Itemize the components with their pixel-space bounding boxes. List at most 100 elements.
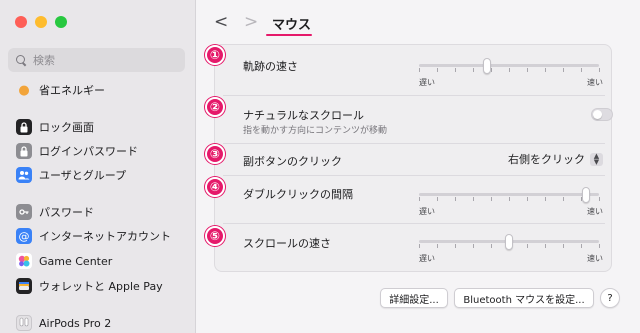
game-center-icon <box>16 253 32 269</box>
slider-tick <box>509 68 510 72</box>
sidebar-item-users-groups[interactable]: ユーザとグループ <box>16 164 126 186</box>
double-click-speed-slider[interactable] <box>419 187 600 203</box>
tracking-speed-slider[interactable] <box>419 58 600 74</box>
slider-track <box>419 193 599 196</box>
slider-tick <box>563 197 564 201</box>
slider-thumb[interactable] <box>483 58 492 74</box>
advanced-settings-button[interactable]: 詳細設定... <box>380 288 448 308</box>
divider <box>223 175 605 176</box>
settings-window: ● 省エネルギー ロック画面 ログインパスワード ユーザとグループ <box>0 0 640 333</box>
slider-tick <box>419 244 420 248</box>
page-title: マウス <box>272 18 312 33</box>
forward-button[interactable]: > <box>244 13 258 31</box>
sidebar-item-label: パスワード <box>39 206 94 219</box>
slider-tick <box>473 68 474 72</box>
lightbulb-icon: ● <box>16 82 32 98</box>
secondary-click-popup[interactable]: 右側をクリック ▲ ▼ <box>508 151 603 167</box>
slider-tick <box>419 197 420 201</box>
tracking-speed-label: 軌跡の速さ <box>243 60 298 73</box>
wallet-icon <box>16 278 32 294</box>
secondary-click-label: 副ボタンのクリック <box>243 155 342 168</box>
slider-tick <box>491 68 492 72</box>
slider-tick <box>527 244 528 248</box>
slider-tick <box>455 244 456 248</box>
title-highlight-underline <box>266 34 312 36</box>
slider-min-label: 遅い <box>419 78 435 87</box>
search-field[interactable] <box>8 48 185 72</box>
search-input[interactable] <box>33 53 173 67</box>
main-pane: < > マウス ① 軌跡の速さ 遅い 速い ② ナチュラルなスクロール 指を動か… <box>196 0 640 333</box>
key-icon <box>16 204 32 220</box>
scroll-speed-label: スクロールの速さ <box>243 237 331 250</box>
slider-max-label: 速い <box>587 207 603 216</box>
slider-tick <box>581 244 582 248</box>
slider-tick <box>473 197 474 201</box>
sidebar: ● 省エネルギー ロック画面 ログインパスワード ユーザとグループ <box>0 0 196 333</box>
divider <box>223 95 605 96</box>
step-badge-5: ⑤ <box>205 226 225 246</box>
divider <box>223 223 605 224</box>
help-button[interactable]: ? <box>600 288 620 308</box>
slider-tick <box>599 244 600 248</box>
step-badge-4: ④ <box>205 177 225 197</box>
slider-tick <box>455 68 456 72</box>
double-click-speed-label: ダブルクリックの間隔 <box>243 188 353 201</box>
slider-tick <box>419 68 420 72</box>
sidebar-item-energy-saver[interactable]: ● 省エネルギー <box>16 79 105 101</box>
natural-scroll-label: ナチュラルなスクロール <box>243 109 364 122</box>
login-lock-icon <box>16 143 32 159</box>
natural-scroll-description: 指を動かす方向にコンテンツが移動 <box>243 126 388 136</box>
sidebar-item-lock-screen[interactable]: ロック画面 <box>16 116 94 138</box>
slider-tick <box>437 68 438 72</box>
sidebar-item-passwords[interactable]: パスワード <box>16 201 94 223</box>
slider-max-label: 速い <box>587 78 603 87</box>
slider-tick <box>545 197 546 201</box>
natural-scroll-toggle[interactable] <box>591 108 613 121</box>
sidebar-item-label: インターネットアカウント <box>39 230 171 243</box>
secondary-click-value: 右側をクリック <box>508 153 585 166</box>
slider-tick <box>563 68 564 72</box>
sidebar-item-label: Game Center <box>39 254 113 268</box>
sidebar-item-game-center[interactable]: Game Center <box>16 250 112 272</box>
zoom-window-button[interactable] <box>55 16 67 28</box>
sidebar-item-internet-accounts[interactable]: @ インターネットアカウント <box>16 225 171 247</box>
slider-min-label: 遅い <box>419 254 435 263</box>
slider-tick <box>599 197 600 201</box>
slider-tick <box>545 68 546 72</box>
slider-tick <box>455 197 456 201</box>
slider-tick <box>491 244 492 248</box>
sidebar-item-label: 省エネルギー <box>39 84 105 97</box>
slider-track <box>419 64 599 67</box>
back-button[interactable]: < <box>214 13 228 31</box>
minimize-window-button[interactable] <box>35 16 47 28</box>
search-icon <box>16 54 27 66</box>
slider-tick <box>491 197 492 201</box>
step-badge-3: ③ <box>205 144 225 164</box>
toggle-knob <box>593 110 602 119</box>
slider-thumb[interactable] <box>505 234 513 250</box>
slider-tick <box>473 244 474 248</box>
users-icon <box>16 167 32 183</box>
scroll-speed-slider[interactable] <box>419 234 600 250</box>
slider-tick <box>545 244 546 248</box>
step-badge-1: ① <box>205 45 225 65</box>
slider-tick <box>563 244 564 248</box>
slider-tick <box>437 244 438 248</box>
lock-icon <box>16 119 32 135</box>
sidebar-item-airpods-pro-2[interactable]: AirPods Pro 2 <box>16 312 111 333</box>
slider-tick <box>509 197 510 201</box>
slider-tick <box>437 197 438 201</box>
slider-tick <box>527 68 528 72</box>
bluetooth-mouse-setup-button[interactable]: Bluetooth マウスを設定... <box>454 288 594 308</box>
sidebar-item-login-password[interactable]: ログインパスワード <box>16 140 138 162</box>
close-window-button[interactable] <box>15 16 27 28</box>
sidebar-item-label: ロック画面 <box>39 121 94 134</box>
sidebar-item-wallet-apple-pay[interactable]: ウォレットと Apple Pay <box>16 275 163 297</box>
mouse-settings-panel: ① 軌跡の速さ 遅い 速い ② ナチュラルなスクロール 指を動かす方向にコンテン… <box>205 44 613 272</box>
step-badge-2: ② <box>205 97 225 117</box>
updown-chevron-icon: ▲ ▼ <box>590 152 603 166</box>
slider-max-label: 速い <box>587 254 603 263</box>
slider-min-label: 遅い <box>419 207 435 216</box>
divider <box>223 143 605 144</box>
slider-thumb[interactable] <box>582 187 591 203</box>
